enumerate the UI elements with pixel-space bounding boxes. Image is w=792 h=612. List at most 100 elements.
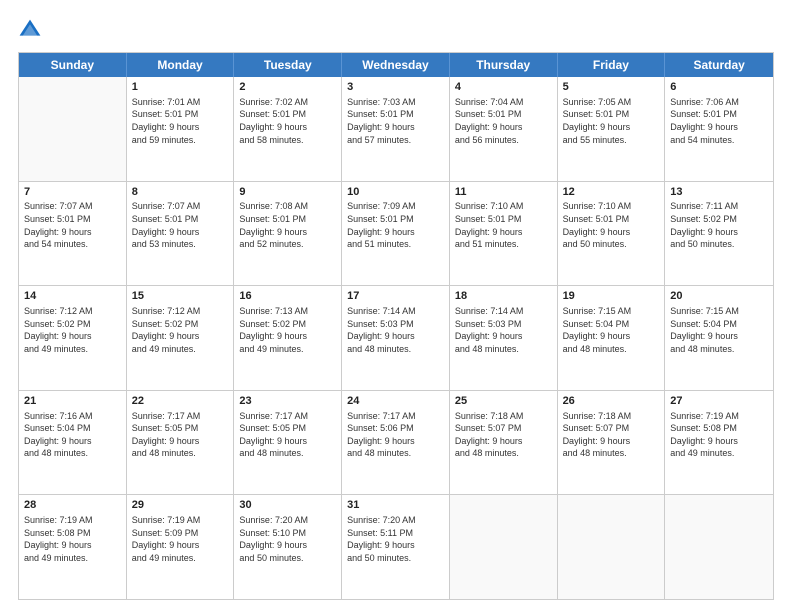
day-info: Sunrise: 7:20 AM Sunset: 5:10 PM Dayligh… [239, 514, 336, 564]
day-number: 30 [239, 498, 336, 513]
day-info: Sunrise: 7:03 AM Sunset: 5:01 PM Dayligh… [347, 96, 444, 146]
day-number: 11 [455, 185, 552, 200]
day-info: Sunrise: 7:20 AM Sunset: 5:11 PM Dayligh… [347, 514, 444, 564]
week-row-4: 21Sunrise: 7:16 AM Sunset: 5:04 PM Dayli… [19, 391, 773, 496]
day-cell-4: 4Sunrise: 7:04 AM Sunset: 5:01 PM Daylig… [450, 77, 558, 181]
day-info: Sunrise: 7:19 AM Sunset: 5:09 PM Dayligh… [132, 514, 229, 564]
day-cell-16: 16Sunrise: 7:13 AM Sunset: 5:02 PM Dayli… [234, 286, 342, 390]
day-number: 6 [670, 80, 768, 95]
day-number: 1 [132, 80, 229, 95]
day-cell-15: 15Sunrise: 7:12 AM Sunset: 5:02 PM Dayli… [127, 286, 235, 390]
header-day-saturday: Saturday [665, 53, 773, 77]
day-cell-1: 1Sunrise: 7:01 AM Sunset: 5:01 PM Daylig… [127, 77, 235, 181]
day-number: 18 [455, 289, 552, 304]
day-number: 4 [455, 80, 552, 95]
day-info: Sunrise: 7:07 AM Sunset: 5:01 PM Dayligh… [24, 200, 121, 250]
day-info: Sunrise: 7:05 AM Sunset: 5:01 PM Dayligh… [563, 96, 660, 146]
day-number: 20 [670, 289, 768, 304]
day-cell-19: 19Sunrise: 7:15 AM Sunset: 5:04 PM Dayli… [558, 286, 666, 390]
day-cell-17: 17Sunrise: 7:14 AM Sunset: 5:03 PM Dayli… [342, 286, 450, 390]
header-day-tuesday: Tuesday [234, 53, 342, 77]
day-cell-5: 5Sunrise: 7:05 AM Sunset: 5:01 PM Daylig… [558, 77, 666, 181]
day-info: Sunrise: 7:17 AM Sunset: 5:05 PM Dayligh… [239, 410, 336, 460]
day-cell-26: 26Sunrise: 7:18 AM Sunset: 5:07 PM Dayli… [558, 391, 666, 495]
day-info: Sunrise: 7:19 AM Sunset: 5:08 PM Dayligh… [24, 514, 121, 564]
day-cell-2: 2Sunrise: 7:02 AM Sunset: 5:01 PM Daylig… [234, 77, 342, 181]
day-cell-9: 9Sunrise: 7:08 AM Sunset: 5:01 PM Daylig… [234, 182, 342, 286]
header-day-friday: Friday [558, 53, 666, 77]
day-info: Sunrise: 7:17 AM Sunset: 5:05 PM Dayligh… [132, 410, 229, 460]
day-cell-6: 6Sunrise: 7:06 AM Sunset: 5:01 PM Daylig… [665, 77, 773, 181]
day-number: 5 [563, 80, 660, 95]
empty-cell [19, 77, 127, 181]
day-number: 3 [347, 80, 444, 95]
day-number: 16 [239, 289, 336, 304]
page: SundayMondayTuesdayWednesdayThursdayFrid… [0, 0, 792, 612]
day-info: Sunrise: 7:09 AM Sunset: 5:01 PM Dayligh… [347, 200, 444, 250]
day-info: Sunrise: 7:18 AM Sunset: 5:07 PM Dayligh… [455, 410, 552, 460]
day-info: Sunrise: 7:18 AM Sunset: 5:07 PM Dayligh… [563, 410, 660, 460]
day-info: Sunrise: 7:19 AM Sunset: 5:08 PM Dayligh… [670, 410, 768, 460]
week-row-2: 7Sunrise: 7:07 AM Sunset: 5:01 PM Daylig… [19, 182, 773, 287]
day-cell-30: 30Sunrise: 7:20 AM Sunset: 5:10 PM Dayli… [234, 495, 342, 599]
day-number: 27 [670, 394, 768, 409]
day-number: 24 [347, 394, 444, 409]
day-info: Sunrise: 7:07 AM Sunset: 5:01 PM Dayligh… [132, 200, 229, 250]
calendar: SundayMondayTuesdayWednesdayThursdayFrid… [18, 52, 774, 600]
logo [18, 18, 50, 42]
day-info: Sunrise: 7:04 AM Sunset: 5:01 PM Dayligh… [455, 96, 552, 146]
day-cell-24: 24Sunrise: 7:17 AM Sunset: 5:06 PM Dayli… [342, 391, 450, 495]
day-info: Sunrise: 7:15 AM Sunset: 5:04 PM Dayligh… [670, 305, 768, 355]
day-info: Sunrise: 7:08 AM Sunset: 5:01 PM Dayligh… [239, 200, 336, 250]
week-row-1: 1Sunrise: 7:01 AM Sunset: 5:01 PM Daylig… [19, 77, 773, 182]
day-number: 8 [132, 185, 229, 200]
logo-icon [18, 18, 42, 42]
day-cell-31: 31Sunrise: 7:20 AM Sunset: 5:11 PM Dayli… [342, 495, 450, 599]
day-number: 2 [239, 80, 336, 95]
empty-cell [665, 495, 773, 599]
day-number: 14 [24, 289, 121, 304]
day-cell-25: 25Sunrise: 7:18 AM Sunset: 5:07 PM Dayli… [450, 391, 558, 495]
header [18, 18, 774, 42]
calendar-header: SundayMondayTuesdayWednesdayThursdayFrid… [19, 53, 773, 77]
day-cell-29: 29Sunrise: 7:19 AM Sunset: 5:09 PM Dayli… [127, 495, 235, 599]
logo-area [18, 18, 50, 42]
day-info: Sunrise: 7:16 AM Sunset: 5:04 PM Dayligh… [24, 410, 121, 460]
day-cell-12: 12Sunrise: 7:10 AM Sunset: 5:01 PM Dayli… [558, 182, 666, 286]
day-info: Sunrise: 7:06 AM Sunset: 5:01 PM Dayligh… [670, 96, 768, 146]
day-cell-23: 23Sunrise: 7:17 AM Sunset: 5:05 PM Dayli… [234, 391, 342, 495]
day-cell-18: 18Sunrise: 7:14 AM Sunset: 5:03 PM Dayli… [450, 286, 558, 390]
day-info: Sunrise: 7:14 AM Sunset: 5:03 PM Dayligh… [455, 305, 552, 355]
day-cell-21: 21Sunrise: 7:16 AM Sunset: 5:04 PM Dayli… [19, 391, 127, 495]
day-info: Sunrise: 7:10 AM Sunset: 5:01 PM Dayligh… [455, 200, 552, 250]
day-info: Sunrise: 7:17 AM Sunset: 5:06 PM Dayligh… [347, 410, 444, 460]
day-cell-11: 11Sunrise: 7:10 AM Sunset: 5:01 PM Dayli… [450, 182, 558, 286]
header-day-sunday: Sunday [19, 53, 127, 77]
day-info: Sunrise: 7:13 AM Sunset: 5:02 PM Dayligh… [239, 305, 336, 355]
day-cell-13: 13Sunrise: 7:11 AM Sunset: 5:02 PM Dayli… [665, 182, 773, 286]
day-cell-27: 27Sunrise: 7:19 AM Sunset: 5:08 PM Dayli… [665, 391, 773, 495]
day-number: 22 [132, 394, 229, 409]
day-number: 12 [563, 185, 660, 200]
day-cell-10: 10Sunrise: 7:09 AM Sunset: 5:01 PM Dayli… [342, 182, 450, 286]
header-day-wednesday: Wednesday [342, 53, 450, 77]
day-info: Sunrise: 7:14 AM Sunset: 5:03 PM Dayligh… [347, 305, 444, 355]
empty-cell [558, 495, 666, 599]
day-number: 7 [24, 185, 121, 200]
day-info: Sunrise: 7:15 AM Sunset: 5:04 PM Dayligh… [563, 305, 660, 355]
header-day-thursday: Thursday [450, 53, 558, 77]
empty-cell [450, 495, 558, 599]
day-cell-7: 7Sunrise: 7:07 AM Sunset: 5:01 PM Daylig… [19, 182, 127, 286]
day-number: 17 [347, 289, 444, 304]
day-cell-3: 3Sunrise: 7:03 AM Sunset: 5:01 PM Daylig… [342, 77, 450, 181]
day-info: Sunrise: 7:10 AM Sunset: 5:01 PM Dayligh… [563, 200, 660, 250]
day-number: 26 [563, 394, 660, 409]
day-number: 9 [239, 185, 336, 200]
day-number: 31 [347, 498, 444, 513]
day-number: 25 [455, 394, 552, 409]
day-number: 23 [239, 394, 336, 409]
header-day-monday: Monday [127, 53, 235, 77]
week-row-5: 28Sunrise: 7:19 AM Sunset: 5:08 PM Dayli… [19, 495, 773, 599]
calendar-body: 1Sunrise: 7:01 AM Sunset: 5:01 PM Daylig… [19, 77, 773, 599]
day-cell-28: 28Sunrise: 7:19 AM Sunset: 5:08 PM Dayli… [19, 495, 127, 599]
